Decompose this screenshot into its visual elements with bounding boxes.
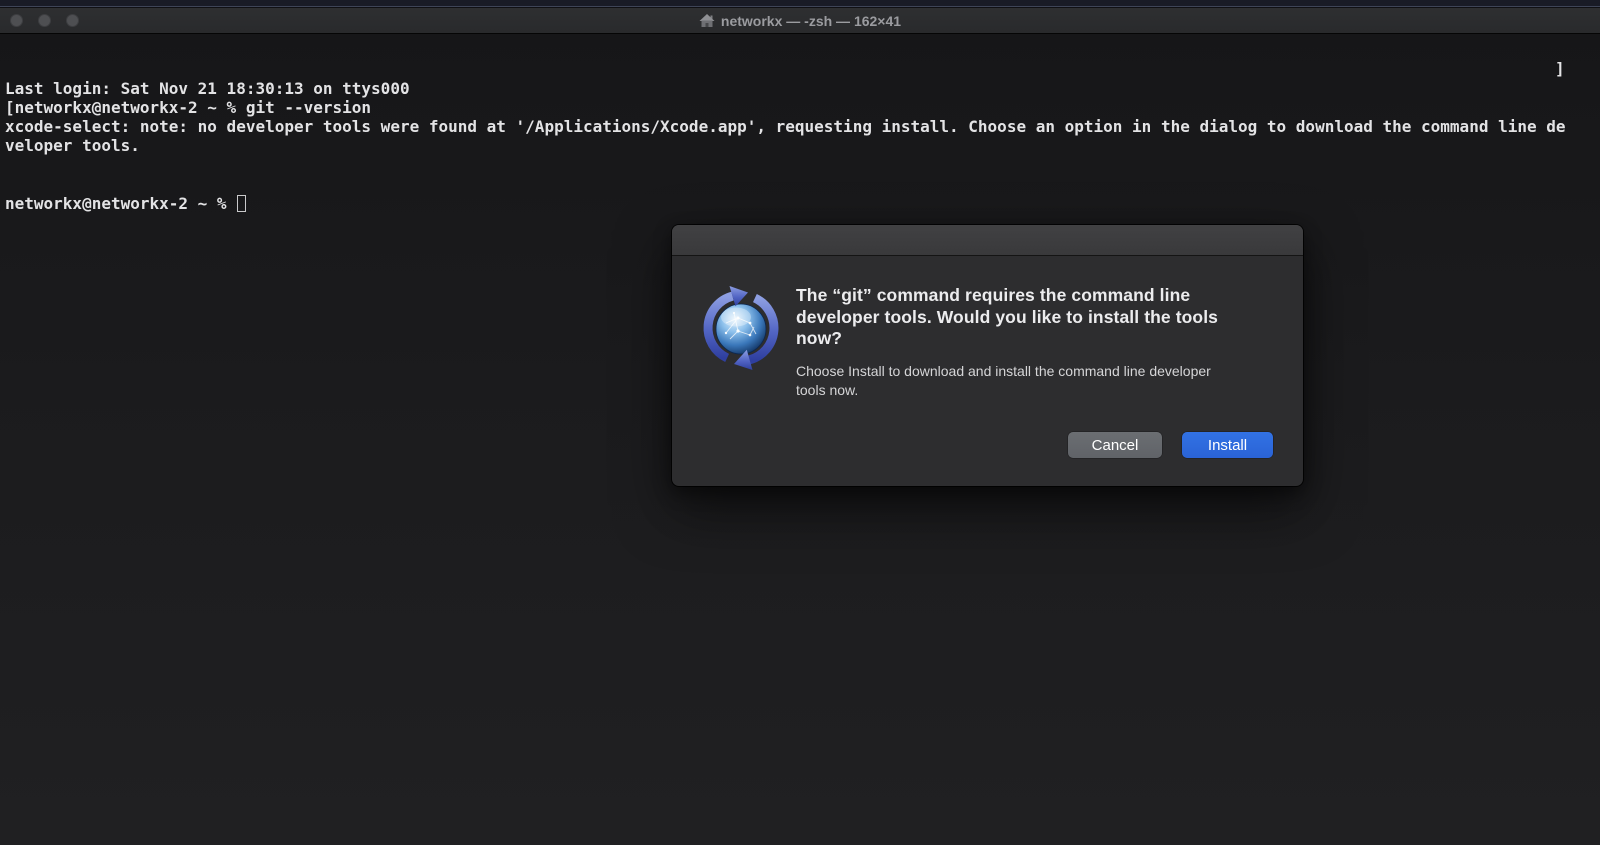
zoom-button[interactable] [66,14,79,27]
line-wrap-marker: ] [1555,59,1565,78]
traffic-lights [10,14,79,27]
dialog-heading: The “git” command requires the command l… [796,285,1268,350]
desktop-edge [0,0,1600,7]
install-button[interactable]: Install [1182,432,1273,458]
home-folder-icon [699,13,715,28]
terminal-cursor [237,195,246,212]
terminal-line: veloper tools. [5,136,1600,155]
dialog-text: The “git” command requires the command l… [796,285,1268,400]
dialog-message: Choose Install to download and install t… [796,362,1220,401]
terminal-line: [networkx@networkx-2 ~ % git --version [5,98,1600,117]
window-title-text: networkx — -zsh — 162×41 [721,13,901,29]
terminal-lines: Last login: Sat Nov 21 18:30:13 on ttys0… [5,79,1600,156]
window-title: networkx — -zsh — 162×41 [0,8,1600,33]
prompt-text: networkx@networkx-2 ~ % [5,194,236,213]
terminal-line: Last login: Sat Nov 21 18:30:13 on ttys0… [5,79,1600,98]
minimize-button[interactable] [38,14,51,27]
close-button[interactable] [10,14,23,27]
prompt-line: networkx@networkx-2 ~ % [5,194,1600,213]
cancel-button[interactable]: Cancel [1068,432,1162,458]
dialog-buttons: Cancel Install [1068,432,1273,458]
terminal-titlebar[interactable]: networkx — -zsh — 162×41 [0,8,1600,34]
terminal-line: xcode-select: note: no developer tools w… [5,117,1600,136]
install-tools-dialog: The “git” command requires the command l… [672,225,1303,486]
software-update-icon [698,285,784,371]
dialog-titlebar[interactable] [672,225,1303,256]
